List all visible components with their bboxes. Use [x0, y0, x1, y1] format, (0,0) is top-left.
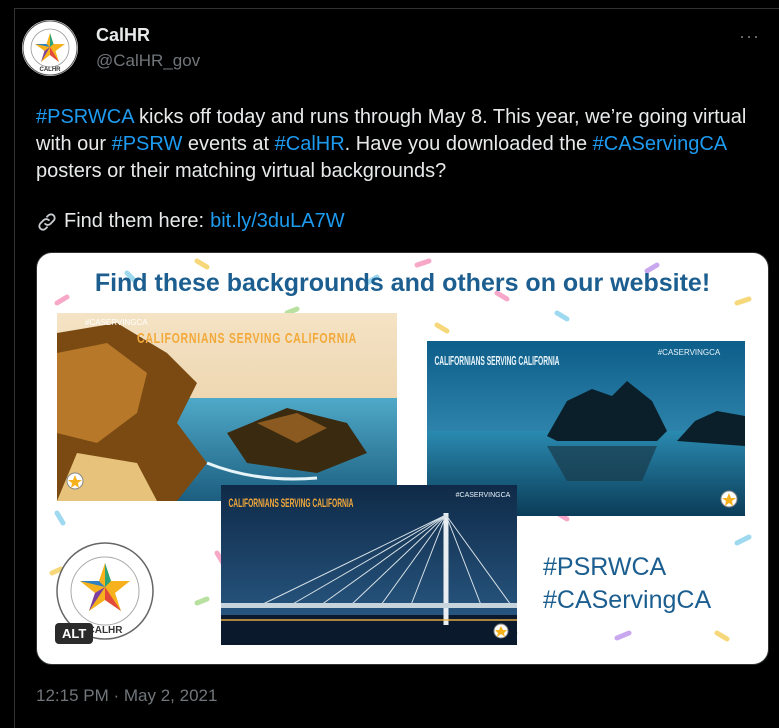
link-icon — [38, 212, 56, 231]
author-name[interactable]: CalHR — [96, 25, 150, 46]
poster-coastline: CALIFORNIANS SERVING CALIFORNIA #CASERVI… — [57, 313, 397, 501]
tweet-text: #PSRWCA kicks off today and runs through… — [36, 104, 766, 185]
poster-tag: #CASERVINGCA — [658, 348, 721, 357]
more-icon: ··· — [739, 26, 760, 46]
media-headline: Find these backgrounds and others on our… — [94, 269, 711, 297]
link-prefix: Find them here: — [64, 210, 205, 232]
more-options-button[interactable]: ··· — [739, 26, 760, 47]
media-hashtag: #CAServingCA — [543, 586, 712, 614]
poster-tag: #CASERVINGCA — [85, 318, 148, 327]
tweet-timestamp[interactable]: 12:15 PM · May 2, 2021 — [36, 686, 217, 706]
tweet-text-segment: . Have you downloaded the — [344, 133, 593, 155]
avatar[interactable]: CALHR — [22, 20, 78, 76]
media-hashtags: #PSRWCA #CAServingCA — [543, 551, 711, 617]
tweet-text-segment: events at — [182, 133, 275, 155]
tweet-header: CALHR CalHR @CalHR_gov ··· — [22, 20, 762, 80]
external-link[interactable]: bit.ly/3duLA7W — [210, 210, 345, 233]
svg-text:CALHR: CALHR — [40, 67, 62, 73]
link-line: Find them here: bit.ly/3duLA7W — [36, 210, 345, 233]
media-hashtag: #PSRWCA — [543, 553, 667, 581]
poster-tag: #CASERVINGCA — [456, 492, 511, 499]
poster-title: CALIFORNIANS SERVING CALIFORNIA — [229, 496, 354, 510]
hashtag-link[interactable]: #CalHR — [275, 133, 345, 155]
author-handle[interactable]: @CalHR_gov — [96, 51, 200, 71]
alt-text-button[interactable]: ALT — [55, 623, 94, 644]
hashtag-link[interactable]: #CAServingCA — [593, 133, 726, 155]
tweet-text-segment: posters or their matching virtual backgr… — [36, 160, 447, 182]
poster-title: CALIFORNIANS SERVING CALIFORNIA — [435, 353, 560, 368]
hashtag-link[interactable]: #PSRW — [112, 133, 183, 155]
poster-bridge: CALIFORNIANS SERVING CALIFORNIA #CASERVI… — [221, 485, 517, 645]
poster-title: CALIFORNIANS SERVING CALIFORNIA — [137, 330, 357, 347]
calhr-logo-icon: CALHR — [22, 20, 78, 76]
tweet-media-image[interactable]: Find these backgrounds and others on our… — [36, 252, 769, 665]
hashtag-link[interactable]: #PSRWCA — [36, 106, 133, 128]
